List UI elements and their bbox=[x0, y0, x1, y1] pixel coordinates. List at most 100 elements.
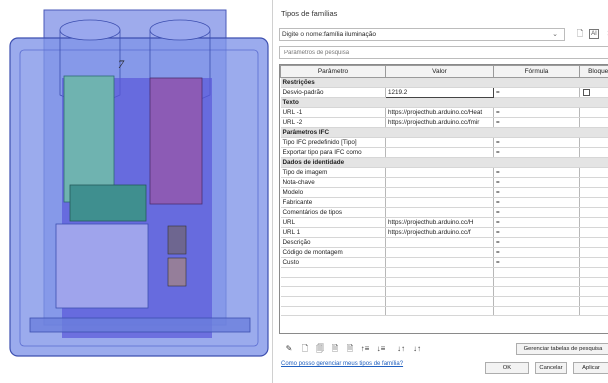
help-link[interactable]: Como posso gerenciar meus tipos de famíl… bbox=[281, 361, 403, 367]
parameter-formula-cell[interactable]: = bbox=[493, 87, 580, 98]
parameter-formula-cell[interactable]: = bbox=[493, 137, 580, 148]
parameter-lock-cell bbox=[579, 147, 608, 158]
parameter-lock-cell bbox=[579, 207, 608, 218]
parameter-name-cell: Nota-chave bbox=[280, 177, 386, 188]
manage-lookup-tables-button[interactable]: Gerenciar tabelas de pesquisa bbox=[516, 343, 608, 355]
parameter-value-cell[interactable] bbox=[385, 257, 494, 268]
parameter-name-cell: Exportar tipo para IFC como bbox=[280, 147, 386, 158]
parameter-lock-cell bbox=[579, 286, 608, 298]
parameter-formula-cell[interactable]: = bbox=[493, 167, 580, 178]
parameter-group-row[interactable]: Dados de identidade bbox=[280, 157, 608, 168]
parameter-row[interactable]: Fabricante = bbox=[280, 197, 608, 208]
parameter-formula-cell[interactable]: = bbox=[493, 147, 580, 158]
type-name-select[interactable]: Digite o nome: família iluminação ⌄ bbox=[279, 28, 565, 41]
parameter-group-row[interactable]: Parâmetros IFC bbox=[280, 127, 608, 138]
rename-type-icon[interactable]: AI bbox=[589, 29, 599, 39]
parameter-row[interactable]: Nota-chave = bbox=[280, 177, 608, 188]
parameter-formula-cell[interactable]: = bbox=[493, 197, 580, 208]
parameter-group-label: Dados de identidade bbox=[280, 157, 608, 168]
move-up-icon[interactable]: 🗎 bbox=[329, 343, 341, 355]
parameter-row[interactable]: Comentários de tipos = bbox=[280, 207, 608, 218]
parameter-value-cell[interactable]: 1219.2 bbox=[385, 87, 494, 98]
parameter-value-cell[interactable] bbox=[385, 167, 494, 178]
parameter-row[interactable]: Tipo IFC predefinido [Tipo] = bbox=[280, 137, 608, 148]
parameter-name-cell bbox=[280, 286, 386, 298]
parameter-row[interactable]: URL -1 https://projecthub.arduino.cc/Heat… bbox=[280, 107, 608, 118]
delete-type-icon[interactable]: ✕ bbox=[604, 28, 608, 40]
new-parameter-icon[interactable]: 🗋 bbox=[299, 343, 311, 355]
model-teal-base bbox=[69, 184, 147, 222]
parameter-value-cell[interactable] bbox=[385, 247, 494, 258]
parameter-row[interactable]: Desvio-padrão 1219.2 = bbox=[280, 87, 608, 98]
sort-za-icon[interactable]: ↓↑ bbox=[411, 343, 423, 355]
parameter-lock-cell bbox=[579, 257, 608, 268]
move-down-icon[interactable]: 🗎 bbox=[344, 343, 356, 355]
column-header-formula[interactable]: Fórmula bbox=[493, 65, 580, 78]
parameter-value-cell[interactable] bbox=[385, 237, 494, 248]
apply-button[interactable]: Aplicar bbox=[573, 362, 608, 374]
parameter-row[interactable]: URL -2 https://projecthub.arduino.cc/fmir… bbox=[280, 117, 608, 128]
parameter-row[interactable]: Código de montagem = bbox=[280, 247, 608, 258]
parameter-lock-cell bbox=[579, 247, 608, 258]
parameter-group-label: Texto bbox=[280, 97, 608, 108]
parameter-row[interactable]: URL 1 https://projecthub.arduino.cc/f = bbox=[280, 227, 608, 238]
table-header: Parâmetro Valor Fórmula Bloqueo bbox=[280, 65, 608, 78]
model-cylinder-right bbox=[149, 19, 211, 41]
ok-button[interactable]: OK bbox=[485, 362, 529, 374]
parameter-row[interactable]: Custo = bbox=[280, 257, 608, 268]
parameter-name-cell: Desvio-padrão bbox=[280, 87, 386, 98]
parameter-formula-cell[interactable]: = bbox=[493, 217, 580, 228]
new-type-icon[interactable]: 🗋 bbox=[574, 28, 586, 40]
parameter-value-cell bbox=[385, 306, 494, 317]
parameter-formula-cell[interactable]: = bbox=[493, 237, 580, 248]
parameter-lock-cell bbox=[579, 217, 608, 228]
parameter-formula-cell[interactable]: = bbox=[493, 187, 580, 198]
parameter-name-cell: Código de montagem bbox=[280, 247, 386, 258]
parameter-value-cell bbox=[385, 277, 494, 288]
sort-ascending-icon[interactable]: ↑≡ bbox=[359, 343, 371, 355]
parameters-table: Parâmetro Valor Fórmula Bloqueo Restriçõ… bbox=[279, 64, 608, 334]
parameter-formula-cell[interactable]: = bbox=[493, 177, 580, 188]
parameter-row[interactable]: Descrição = bbox=[280, 237, 608, 248]
parameter-value-cell[interactable]: https://projecthub.arduino.cc/H bbox=[385, 217, 494, 228]
parameter-row[interactable]: Modelo = bbox=[280, 187, 608, 198]
parameter-value-cell[interactable] bbox=[385, 187, 494, 198]
parameter-formula-cell[interactable]: = bbox=[493, 207, 580, 218]
parameter-row[interactable]: URL https://projecthub.arduino.cc/H = bbox=[280, 217, 608, 228]
parameter-name-cell: Comentários de tipos bbox=[280, 207, 386, 218]
parameter-formula-cell[interactable]: = bbox=[493, 117, 580, 128]
column-header-value[interactable]: Valor bbox=[385, 65, 494, 78]
parameter-value-cell[interactable]: https://projecthub.arduino.cc/fmir bbox=[385, 117, 494, 128]
parameter-value-cell[interactable]: https://projecthub.arduino.cc/Heat bbox=[385, 107, 494, 118]
sort-descending-icon[interactable]: ↓≡ bbox=[375, 343, 387, 355]
parameter-value-cell bbox=[385, 296, 494, 307]
empty-row bbox=[280, 277, 608, 288]
parameter-name-cell: URL bbox=[280, 217, 386, 228]
empty-row bbox=[280, 296, 608, 307]
parameter-formula-cell[interactable]: = bbox=[493, 227, 580, 238]
lock-checkbox[interactable] bbox=[583, 88, 590, 96]
parameter-group-row[interactable]: Texto bbox=[280, 97, 608, 108]
parameter-value-cell[interactable]: https://projecthub.arduino.cc/f bbox=[385, 227, 494, 238]
parameter-value-cell[interactable] bbox=[385, 137, 494, 148]
parameter-formula-cell[interactable]: = bbox=[493, 107, 580, 118]
column-header-lock[interactable]: Bloqueo bbox=[579, 65, 608, 78]
parameter-search-input[interactable] bbox=[279, 46, 608, 59]
parameter-formula-cell bbox=[493, 286, 580, 298]
parameter-value-cell[interactable] bbox=[385, 147, 494, 158]
delete-parameter-icon[interactable]: 🗐 bbox=[314, 343, 326, 355]
parameter-formula-cell[interactable]: = bbox=[493, 257, 580, 268]
parameter-value-cell[interactable] bbox=[385, 197, 494, 208]
cancel-button[interactable]: Cancelar bbox=[535, 362, 567, 374]
parameter-group-row[interactable]: Restrições bbox=[280, 77, 608, 88]
parameter-lock-cell bbox=[579, 107, 608, 118]
parameter-formula-cell[interactable]: = bbox=[493, 247, 580, 258]
parameter-value-cell[interactable] bbox=[385, 177, 494, 188]
sort-az-icon[interactable]: ↓↑ bbox=[395, 343, 407, 355]
parameter-value-cell[interactable] bbox=[385, 207, 494, 218]
parameter-row[interactable]: Tipo de imagem = bbox=[280, 167, 608, 178]
parameter-row[interactable]: Exportar tipo para IFC como = bbox=[280, 147, 608, 158]
3d-viewport[interactable]: 7 bbox=[0, 0, 272, 383]
edit-parameter-icon[interactable]: ✎ bbox=[283, 343, 295, 355]
column-header-parameter[interactable]: Parâmetro bbox=[280, 65, 386, 78]
